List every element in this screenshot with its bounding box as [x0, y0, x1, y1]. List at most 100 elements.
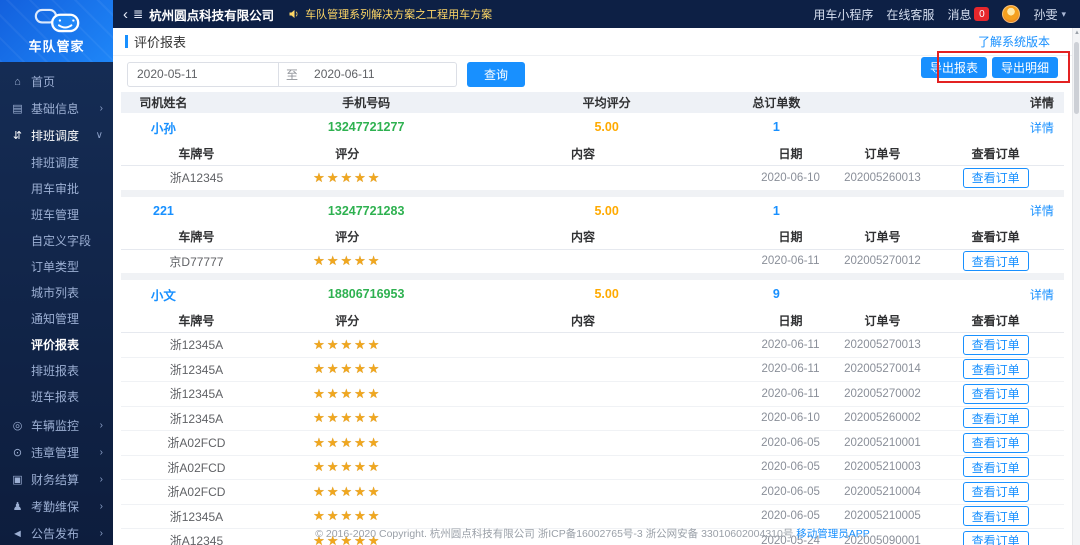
info-grid-icon: ▤	[10, 102, 25, 115]
driver-section: 221 13247721283 5.00 1 详情 车牌号 评分 内容 日期 订…	[121, 197, 1064, 281]
order-subtable-header: 车牌号 评分 内容 日期 订单号 查看订单	[121, 225, 1064, 250]
order-number: 202005210005	[838, 510, 928, 522]
sidebar-item-basic-info[interactable]: ▤基础信息›	[0, 95, 113, 122]
driver-detail-link[interactable]: 详情	[866, 119, 1064, 136]
messages-label: 消息	[947, 6, 971, 23]
scrollbar-thumb[interactable]	[1074, 42, 1079, 114]
order-number: 202005210001	[838, 437, 928, 449]
subheader-rating: 评分	[272, 228, 423, 245]
scroll-up-icon[interactable]: ▲	[1073, 30, 1080, 36]
sidebar-subitem-dispatch-schedule[interactable]: 排班调度	[0, 150, 113, 176]
sidebar-subitem-evaluation-report[interactable]: 评价报表	[0, 332, 113, 358]
sidebar-item-announcement-publish[interactable]: ◄公告发布›	[0, 520, 113, 545]
export-detail-button[interactable]: 导出明细	[992, 57, 1058, 78]
driver-name-link[interactable]: 小文	[121, 285, 206, 304]
driver-total-orders: 1	[687, 204, 866, 218]
view-order-button[interactable]: 查看订单	[963, 408, 1029, 428]
date-from-input[interactable]	[127, 62, 279, 87]
driver-detail-link[interactable]: 详情	[866, 202, 1064, 219]
view-order-button[interactable]: 查看订单	[963, 457, 1029, 477]
top-navbar: ‹ ≣ 杭州圆点科技有限公司 车队管理系列解决方案之工程用车方案 用车小程序 在…	[113, 0, 1080, 28]
topnav-right: 用车小程序 在线客服 消息 0 孙雯 ▾	[813, 5, 1066, 23]
sidebar-item-home[interactable]: ⌂首页	[0, 68, 113, 95]
message-count-badge: 0	[974, 7, 989, 21]
driver-detail-link[interactable]: 详情	[866, 286, 1064, 303]
app-grid-icon[interactable]: ≣	[133, 7, 143, 21]
date-to-input[interactable]	[305, 62, 457, 87]
order-row: 浙12345A ★★★★★ 2020-06-10 202005260002 查看…	[121, 407, 1064, 432]
driver-total-orders: 1	[687, 120, 866, 134]
vertical-scrollbar[interactable]: ▲	[1072, 28, 1080, 545]
star-rating: ★★★★★	[272, 386, 423, 402]
sidebar-subitem-order-types[interactable]: 订单类型	[0, 254, 113, 280]
star-rating: ★★★★★	[272, 508, 423, 524]
sidebar-item-dispatch[interactable]: ⇵排班调度∨	[0, 122, 113, 149]
export-report-button[interactable]: 导出报表	[921, 57, 987, 78]
user-menu[interactable]: 孙雯 ▾	[1033, 6, 1066, 23]
table-header-row: 司机姓名 手机号码 平均评分 总订单数 详情	[121, 92, 1064, 113]
back-icon[interactable]: ‹	[123, 7, 128, 22]
order-row: 浙A02FCD ★★★★★ 2020-06-05 202005210001 查看…	[121, 431, 1064, 456]
query-button[interactable]: 查询	[467, 62, 525, 87]
chevron-right-icon: ›	[100, 103, 103, 114]
sidebar-subitem-notification-management[interactable]: 通知管理	[0, 306, 113, 332]
mini-program-link[interactable]: 用车小程序	[813, 6, 873, 23]
sidebar-item-label: 违章管理	[31, 444, 79, 461]
order-row: 浙A12345 ★★★★★ 2020-06-10 202005260013 查看…	[121, 166, 1064, 191]
username: 孙雯	[1033, 6, 1057, 23]
view-order-button[interactable]: 查看订单	[963, 168, 1029, 188]
sidebar-item-label: 财务结算	[31, 471, 79, 488]
subheader-content: 内容	[423, 228, 744, 245]
order-date: 2020-06-11	[743, 339, 837, 351]
order-rows: 京D77777 ★★★★★ 2020-06-11 202005270012 查看…	[121, 250, 1064, 275]
sidebar-subitem-shuttle-management[interactable]: 班车管理	[0, 202, 113, 228]
order-row: 浙12345A ★★★★★ 2020-06-11 202005270014 查看…	[121, 358, 1064, 383]
sidebar-subitem-city-list[interactable]: 城市列表	[0, 280, 113, 306]
chevron-down-icon: ▾	[1061, 9, 1066, 20]
sidebar-item-financial-settlement[interactable]: ▣财务结算›	[0, 466, 113, 493]
driver-name-link[interactable]: 221	[121, 204, 206, 218]
view-order-button[interactable]: 查看订单	[963, 506, 1029, 526]
sidebar-subitem-custom-fields[interactable]: 自定义字段	[0, 228, 113, 254]
order-number: 202005270013	[838, 339, 928, 351]
order-row: 京D77777 ★★★★★ 2020-06-11 202005270012 查看…	[121, 250, 1064, 275]
page-footer: © 2016-2020 Copyright. 杭州圆点科技有限公司 浙ICP备1…	[113, 526, 1072, 541]
brand-logo[interactable]: 车队管家	[0, 0, 113, 62]
order-date: 2020-06-10	[743, 412, 837, 424]
view-order-button[interactable]: 查看订单	[963, 251, 1029, 271]
sidebar-item-violation-management[interactable]: ⊙违章管理›	[0, 439, 113, 466]
sidebar-item-vehicle-monitoring[interactable]: ◎车辆监控›	[0, 412, 113, 439]
sidebar-subitem-schedule-report[interactable]: 排班报表	[0, 358, 113, 384]
report-table-body: 小孙 13247721277 5.00 1 详情 车牌号 评分 内容 日期 订单…	[121, 113, 1064, 545]
view-order-button[interactable]: 查看订单	[963, 433, 1029, 453]
sidebar-item-attendance-maintenance[interactable]: ♟考勤维保›	[0, 493, 113, 520]
online-service-link[interactable]: 在线客服	[886, 6, 934, 23]
order-number: 202005270012	[838, 255, 928, 267]
star-rating: ★★★★★	[272, 484, 423, 500]
subheader-plate: 车牌号	[121, 228, 272, 245]
header-avg-score: 平均评分	[526, 94, 686, 111]
view-order-button[interactable]: 查看订单	[963, 482, 1029, 502]
sidebar: ⌂首页▤基础信息›⇵排班调度∨排班调度用车审批班车管理自定义字段订单类型城市列表…	[0, 62, 113, 545]
subheader-content: 内容	[423, 145, 744, 162]
view-order-button[interactable]: 查看订单	[963, 359, 1029, 379]
copyright-text: © 2016-2020 Copyright. 杭州圆点科技有限公司 浙ICP备1…	[315, 528, 793, 540]
user-avatar[interactable]	[1002, 5, 1020, 23]
sidebar-item-label: 排班调度	[31, 127, 79, 144]
chevron-down-icon: ∨	[96, 130, 103, 141]
brand-name: 车队管家	[28, 36, 84, 55]
star-rating: ★★★★★	[272, 337, 423, 353]
order-number: 202005270014	[838, 363, 928, 375]
sidebar-subitem-vehicle-approval[interactable]: 用车审批	[0, 176, 113, 202]
order-date: 2020-06-11	[743, 255, 837, 267]
admin-app-link[interactable]: 移动管理员APP	[796, 528, 870, 540]
messages-link[interactable]: 消息 0	[947, 6, 989, 23]
view-order-button[interactable]: 查看订单	[963, 335, 1029, 355]
system-version-link[interactable]: 了解系统版本	[978, 33, 1050, 50]
driver-total-orders: 9	[687, 287, 866, 301]
driver-name-link[interactable]: 小孙	[121, 118, 206, 137]
view-order-button[interactable]: 查看订单	[963, 384, 1029, 404]
sidebar-subitem-shuttle-report[interactable]: 班车报表	[0, 384, 113, 410]
star-rating: ★★★★★	[272, 459, 423, 475]
speaker-icon	[288, 8, 300, 20]
